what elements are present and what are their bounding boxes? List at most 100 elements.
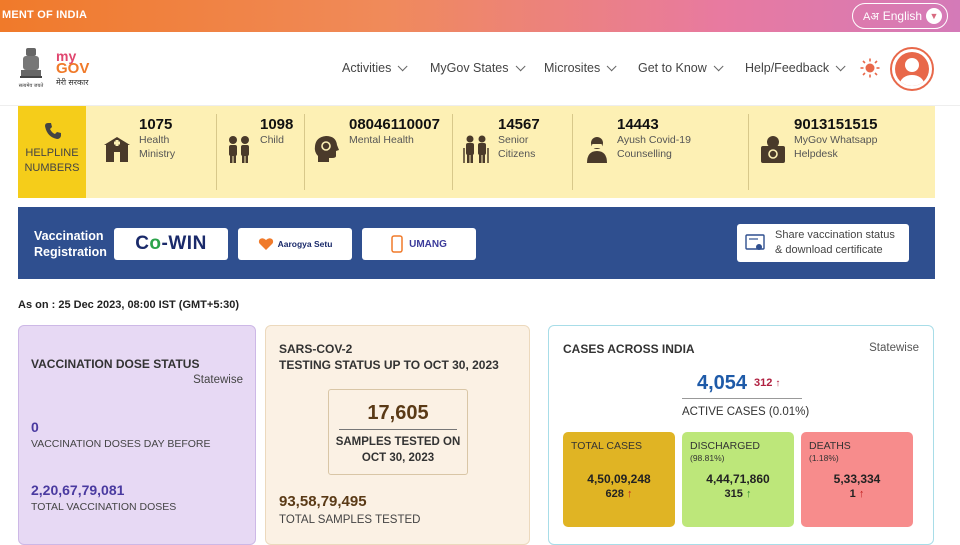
- helpline-health-ministry[interactable]: 1075 Health Ministry: [139, 116, 175, 192]
- tile-value: 5,33,334: [833, 472, 881, 486]
- total-samples-label: TOTAL SAMPLES TESTED: [279, 514, 421, 526]
- helpline-number: 1075: [139, 116, 173, 133]
- share-line: Share vaccination status: [775, 229, 895, 241]
- title-line: Vaccination: [34, 229, 104, 243]
- nav-mygov-states[interactable]: MyGov States: [430, 60, 526, 75]
- tile-label: TOTAL CASES: [571, 440, 642, 452]
- delta-value: 628: [605, 488, 624, 500]
- nav-label: Microsites: [544, 61, 601, 75]
- divider: [339, 429, 457, 430]
- helpline-label: Citizens: [498, 148, 536, 160]
- active-cases-label: ACTIVE CASES (0.01%): [682, 406, 810, 418]
- language-icon: Aअ: [863, 10, 879, 23]
- aarogya-setu-button[interactable]: Aarogya Setu: [238, 228, 352, 260]
- divider: [572, 114, 573, 190]
- mygov-logo[interactable]: my GOV मेरी सरकार: [56, 48, 112, 92]
- discharged-tile: DISCHARGED (98.81%) 4,44,71,860 315 ↑: [682, 432, 794, 527]
- helpline-mental-health[interactable]: 08046110007 Mental Health: [349, 116, 440, 192]
- samples-tested-label: SAMPLES TESTED ON: [335, 436, 461, 448]
- statewise-link[interactable]: Statewise: [193, 374, 243, 386]
- total-doses-value: 2,20,67,79,081: [31, 482, 125, 498]
- language-selector[interactable]: Aअ English ▼: [852, 3, 948, 29]
- helpline-label: Senior: [498, 134, 529, 146]
- nav-get-to-know[interactable]: Get to Know: [638, 60, 724, 75]
- tile-label: DISCHARGED: [690, 440, 761, 452]
- doses-day-before-value: 0: [31, 419, 39, 435]
- certificate-icon: [745, 234, 765, 250]
- divider: [682, 398, 802, 399]
- user-avatar[interactable]: [890, 47, 934, 91]
- title-line: Registration: [34, 245, 107, 259]
- vaccination-registration-title: Vaccination Registration: [34, 228, 107, 260]
- tile-delta: 628 ↑: [563, 488, 675, 500]
- divider: [216, 114, 217, 190]
- card-title: VACCINATION DOSE STATUS: [31, 357, 200, 371]
- helpline-label: Child: [260, 134, 284, 146]
- helpline-number: 9013151515: [794, 116, 878, 133]
- share-line: & download certificate: [775, 244, 883, 256]
- tile-percent: (98.81%): [690, 453, 725, 463]
- helpline-label: Ayush Covid-19: [617, 134, 691, 146]
- hospital-icon: [104, 137, 130, 162]
- delta-value: 1: [849, 488, 856, 500]
- tile-label: DEATHS: [809, 440, 851, 452]
- chevron-down-icon: [397, 60, 408, 71]
- doses-day-before-label: VACCINATION DOSES DAY BEFORE: [31, 438, 211, 450]
- nav-activities[interactable]: Activities: [342, 60, 408, 75]
- arrow-up-icon: ↑: [775, 378, 781, 389]
- total-doses-label: TOTAL VACCINATION DOSES: [31, 501, 177, 513]
- helpline-number: 14443: [617, 116, 659, 133]
- cowin-rest: -WIN: [161, 233, 207, 254]
- theme-toggle-icon[interactable]: [860, 58, 880, 78]
- helpline-senior-citizens[interactable]: 14567 Senior Citizens: [498, 116, 540, 192]
- nav-label: Activities: [342, 61, 392, 75]
- helpline-numbers-strip: HELPLINE NUMBERS 1075 Health Ministry 10…: [18, 106, 935, 198]
- helpline-number: 08046110007: [349, 116, 440, 133]
- helpline-label: Helpdesk: [794, 148, 838, 160]
- active-cases-value: 4,054: [697, 372, 748, 394]
- active-cases-delta: 312 ↑: [754, 377, 780, 389]
- mental-health-icon: [314, 136, 339, 162]
- helpline-mygov-whatsapp[interactable]: 9013151515 MyGov Whatsapp Helpdesk: [794, 116, 877, 192]
- chevron-down-icon: [606, 60, 617, 71]
- helpline-label: Health: [139, 134, 170, 146]
- helpline-ayush-counselling[interactable]: 14443 Ayush Covid-19 Counselling: [617, 116, 691, 192]
- cowin-c: C: [135, 233, 150, 254]
- government-of-india-text: MENT OF INDIA: [2, 9, 88, 21]
- helpline-child[interactable]: 1098 Child: [260, 116, 293, 192]
- delta-value: 315: [724, 488, 743, 500]
- share-vaccination-certificate-button[interactable]: Share vaccination status & download cert…: [737, 224, 909, 262]
- helpline-label: Ministry: [139, 148, 176, 160]
- nav-help-feedback[interactable]: Help/Feedback: [745, 60, 846, 75]
- nav-microsites[interactable]: Microsites: [544, 60, 617, 75]
- chevron-down-icon: [515, 60, 526, 71]
- umang-button[interactable]: UMANG: [362, 228, 476, 260]
- divider: [304, 114, 305, 190]
- whatsapp-helpdesk-icon: [761, 136, 785, 163]
- card-title: SARS-COV-2: [279, 342, 353, 356]
- aarogya-setu-label: Aarogya Setu: [277, 239, 333, 249]
- divider: [452, 114, 453, 190]
- national-emblem-icon[interactable]: सत्यमेव जयते: [18, 46, 44, 90]
- cowin-o: o: [149, 233, 162, 254]
- arrow-up-icon: ↑: [858, 488, 865, 500]
- tile-percent: (1.18%): [809, 453, 839, 463]
- nav-label: Get to Know: [638, 61, 707, 75]
- helpline-label: MyGov Whatsapp: [794, 134, 878, 146]
- statewise-link[interactable]: Statewise: [869, 342, 919, 354]
- chevron-down-icon: [713, 60, 724, 71]
- children-icon: [229, 136, 249, 163]
- language-label: English: [882, 9, 923, 23]
- tile-delta: 315 ↑: [682, 488, 794, 500]
- testing-status-card: SARS-COV-2 TESTING STATUS UP TO OCT 30, …: [265, 325, 530, 545]
- vaccination-dose-status-card: VACCINATION DOSE STATUS Statewise 0 VACC…: [18, 325, 256, 545]
- helpline-number: 14567: [498, 116, 540, 133]
- government-banner: MENT OF INDIA Aअ English ▼: [0, 0, 960, 32]
- divider: [748, 114, 749, 190]
- nav-label: MyGov States: [430, 61, 509, 75]
- cowin-button[interactable]: Co -WIN: [114, 228, 228, 260]
- emblem-caption: सत्यमेव जयते: [19, 82, 44, 89]
- helpline-number: 1098: [260, 116, 294, 133]
- umang-phone-icon: [391, 235, 403, 253]
- phone-icon: [45, 123, 61, 139]
